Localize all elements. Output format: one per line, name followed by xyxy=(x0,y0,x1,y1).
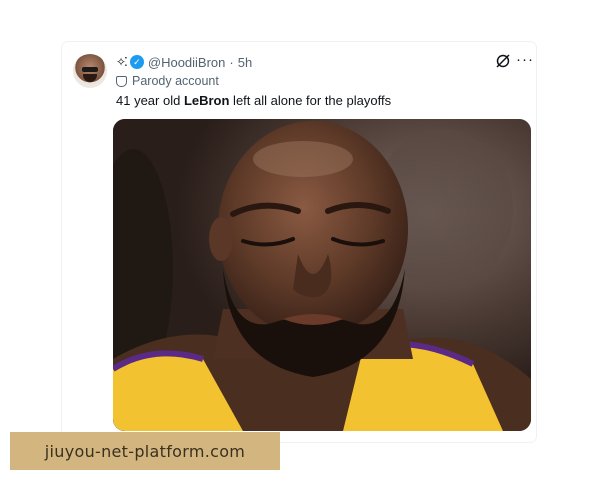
tweet-card[interactable]: ✧⁚ ✓ @HoodiiBron · 5h Parody account 41 … xyxy=(62,42,536,442)
tweet-text-before: 41 year old xyxy=(116,93,184,108)
tweet-text: 41 year old LeBron left all alone for th… xyxy=(116,93,391,108)
grok-icon[interactable] xyxy=(495,53,511,69)
avatar[interactable] xyxy=(73,54,107,88)
handle[interactable]: @HoodiiBron xyxy=(148,55,226,70)
mask-icon xyxy=(116,75,127,87)
avatar-beard xyxy=(83,74,97,82)
separator: · xyxy=(229,54,234,70)
page: ✧⁚ ✓ @HoodiiBron · 5h Parody account 41 … xyxy=(0,0,600,480)
verified-icon: ✓ xyxy=(129,55,144,69)
watermark-banner: jiuyou-net-platform.com xyxy=(10,432,280,470)
tweet-image[interactable] xyxy=(113,119,531,431)
tweet-text-bold: LeBron xyxy=(183,93,230,108)
timestamp[interactable]: 5h xyxy=(238,55,252,70)
tweet-text-after: left all alone for the playoffs xyxy=(229,93,392,108)
tweet-header: ✧⁚ ✓ @HoodiiBron · 5h xyxy=(116,53,252,71)
more-icon[interactable]: ··· xyxy=(516,51,534,68)
parody-label-row: Parody account xyxy=(116,73,219,89)
watermark-text: jiuyou-net-platform.com xyxy=(44,441,246,461)
parody-label: Parody account xyxy=(132,74,219,88)
photo-illustration xyxy=(113,119,531,431)
avatar-sunglasses xyxy=(82,67,98,72)
sparkle-icon[interactable]: ✧⁚ xyxy=(116,55,128,69)
